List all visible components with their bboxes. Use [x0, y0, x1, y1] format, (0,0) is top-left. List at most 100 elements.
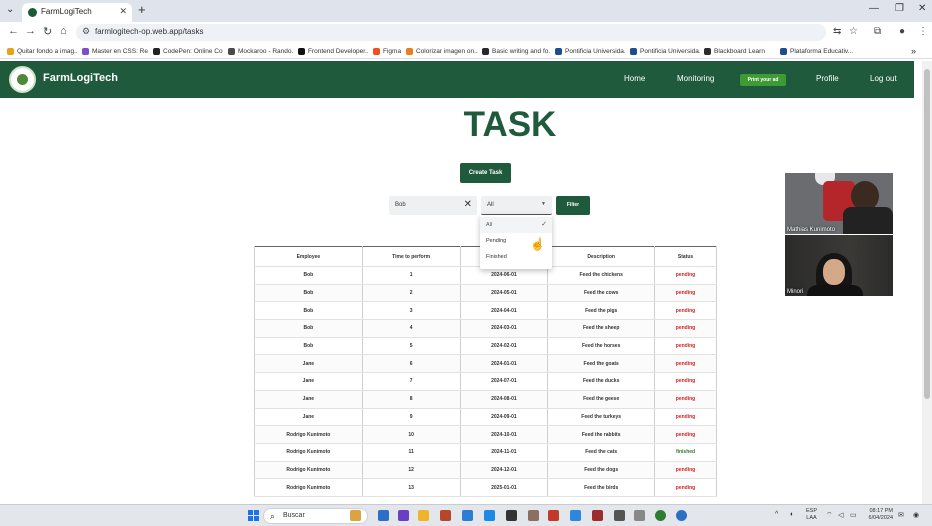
create-task-button[interactable]: Create Task: [460, 163, 511, 183]
battery-icon[interactable]: ▭: [850, 511, 857, 519]
site-info-icon[interactable]: ⚙: [82, 26, 90, 37]
status-select[interactable]: All ▼: [481, 196, 552, 215]
scrollbar-thumb[interactable]: [924, 69, 930, 399]
bookmark-item[interactable]: Master en CSS: Res...: [82, 46, 148, 56]
minimize-icon[interactable]: —: [869, 3, 879, 14]
table-row[interactable]: Jane 9 2024-09-01 Feed the turkeys pending: [254, 408, 717, 427]
table-row[interactable]: Jane 7 2024-07-01 Feed the ducks pending: [254, 372, 717, 391]
video-tile-participant-1[interactable]: Mathias Kunimoto: [785, 173, 893, 234]
reload-icon[interactable]: ↻: [43, 25, 52, 38]
more-bookmarks-icon[interactable]: »: [911, 46, 916, 56]
employee-filter-input[interactable]: Bob ✕: [389, 196, 477, 215]
taskbar-app-icon[interactable]: [506, 510, 517, 521]
column-header: Status: [654, 246, 717, 267]
taskbar-app-icon[interactable]: [484, 510, 495, 521]
table-row[interactable]: Bob 2 2024-05-01 Feed the cows pending: [254, 284, 717, 303]
tab-search-icon[interactable]: ⌄: [6, 4, 14, 15]
system-clock[interactable]: 08:17 PM 6/04/2024: [863, 508, 893, 522]
bookmark-item[interactable]: Pontificia Universida...: [555, 46, 625, 56]
tab-close-icon[interactable]: ✕: [119, 6, 127, 17]
tray-chevron-icon[interactable]: ^: [775, 511, 778, 518]
chrome-icon[interactable]: [655, 510, 666, 521]
bookmark-item[interactable]: Figma: [373, 46, 403, 56]
browser-tab[interactable]: FarmLogiTech ✕: [22, 3, 132, 22]
folder-icon[interactable]: [418, 510, 429, 521]
taskbar-app-icon[interactable]: [378, 510, 389, 521]
table-row[interactable]: Rodrigo Kunimoto 13 2025-01-01 Feed the bir…: [254, 478, 717, 497]
employee-cell: Bob: [254, 284, 363, 303]
table-row[interactable]: Rodrigo Kunimoto 10 2024-10-01 Feed the rab…: [254, 425, 717, 444]
close-window-icon[interactable]: ✕: [918, 3, 926, 14]
farm-logo-icon[interactable]: [9, 66, 36, 93]
new-tab-icon[interactable]: +: [138, 2, 146, 17]
extensions-icon[interactable]: ⧉: [874, 26, 881, 37]
page-scrollbar[interactable]: [922, 61, 932, 504]
date-cell: 2024-12-01: [460, 461, 549, 480]
bookmark-item[interactable]: Frontend Developer...: [298, 46, 368, 56]
table-row[interactable]: Bob 4 2024-03-01 Feed the sheep pending: [254, 319, 717, 338]
taskbar-app-icon[interactable]: [548, 510, 559, 521]
status-cell: pending: [654, 372, 717, 391]
taskbar-app-icon[interactable]: [528, 510, 539, 521]
taskbar-app-icon[interactable]: [592, 510, 603, 521]
clear-filter-icon[interactable]: ✕: [464, 199, 472, 210]
table-row[interactable]: Jane 6 2024-01-01 Feed the goats pending: [254, 354, 717, 374]
video-tile-participant-2[interactable]: Minori: [785, 235, 893, 296]
copilot-icon[interactable]: ◉: [913, 511, 919, 519]
nav-ad-button[interactable]: Print your ad: [740, 74, 786, 86]
date-cell: 2024-11-01: [460, 443, 549, 462]
table-row[interactable]: Rodrigo Kunimoto 12 2024-12-01 Feed the dog…: [254, 461, 717, 480]
time-cell: 12: [362, 461, 461, 480]
nav-monitoring-link[interactable]: Monitoring: [677, 74, 714, 83]
windows-start-icon[interactable]: [248, 510, 259, 521]
bookmark-item[interactable]: Mockaroo - Rando...: [228, 46, 293, 56]
table-row[interactable]: Bob 1 2024-06-01 Feed the chickens pending: [254, 266, 717, 285]
address-bar-row: ← → ↻ ⌂ ⚙ farmlogitech-op.web.app/tasks …: [0, 22, 932, 43]
browser-menu-icon[interactable]: ⋮: [918, 26, 928, 37]
taskbar-app-icon[interactable]: [570, 510, 581, 521]
participant-video: [807, 285, 863, 296]
taskbar-app-icon[interactable]: [398, 510, 409, 521]
bookmark-item[interactable]: Pontificia Universida...: [630, 46, 700, 56]
bookmark-item[interactable]: CodePen: Online Co...: [153, 46, 223, 56]
translate-icon[interactable]: ⇆: [833, 26, 841, 37]
table-row[interactable]: Jane 8 2024-08-01 Feed the geese pending: [254, 390, 717, 409]
back-icon[interactable]: ←: [8, 25, 19, 37]
tab-favicon-icon: [28, 8, 37, 17]
forward-icon[interactable]: →: [25, 25, 36, 37]
bookmark-icon: [82, 47, 89, 55]
filter-button[interactable]: Filter: [556, 196, 590, 215]
bookmark-item[interactable]: Blackboard Learn: [704, 46, 776, 56]
taskbar-app-icon[interactable]: [614, 510, 625, 521]
tray-app-icon[interactable]: ◐: [790, 511, 794, 518]
bookmark-star-icon[interactable]: ☆: [849, 26, 858, 37]
home-icon[interactable]: ⌂: [60, 25, 67, 37]
nav-logout-link[interactable]: Log out: [870, 74, 897, 83]
taskbar-app-icon[interactable]: [676, 510, 687, 521]
url-bar[interactable]: ⚙ farmlogitech-op.web.app/tasks: [76, 24, 826, 41]
table-row[interactable]: Bob 5 2024-02-01 Feed the horses pending: [254, 337, 717, 356]
language-indicator[interactable]: ESP LAA: [806, 508, 817, 522]
taskbar-app-icon[interactable]: [440, 510, 451, 521]
check-icon: ✓: [541, 221, 547, 228]
bookmark-item[interactable]: Basic writing and fo...: [482, 46, 550, 56]
wifi-icon[interactable]: ⌔: [826, 511, 833, 520]
date-cell: 2024-04-01: [460, 301, 549, 321]
volume-icon[interactable]: ◁: [838, 511, 843, 519]
bookmark-item[interactable]: Colorizar imagen on...: [406, 46, 478, 56]
status-option-all[interactable]: All ✓: [480, 217, 552, 233]
nav-home-link[interactable]: Home: [624, 74, 645, 83]
taskbar-app-icon[interactable]: [350, 510, 361, 521]
notification-icon[interactable]: ✉: [898, 511, 904, 519]
table-row[interactable]: Bob 3 2024-04-01 Feed the pigs pending: [254, 301, 717, 321]
profile-avatar-icon[interactable]: ●: [899, 26, 905, 37]
taskbar-app-icon[interactable]: [634, 510, 645, 521]
bookmark-item[interactable]: Plataforma Educativ...: [780, 46, 854, 56]
bookmark-item[interactable]: Quitar fondo a imag...: [7, 46, 77, 56]
table-row[interactable]: Rodrigo Kunimoto 11 2024-11-01 Feed the cat…: [254, 443, 717, 462]
vscode-icon[interactable]: [462, 510, 473, 521]
brand-name[interactable]: FarmLogiTech: [43, 72, 118, 84]
restore-icon[interactable]: ❐: [895, 3, 904, 14]
nav-profile-link[interactable]: Profile: [816, 74, 839, 83]
status-option-finished[interactable]: Finished: [480, 249, 552, 265]
